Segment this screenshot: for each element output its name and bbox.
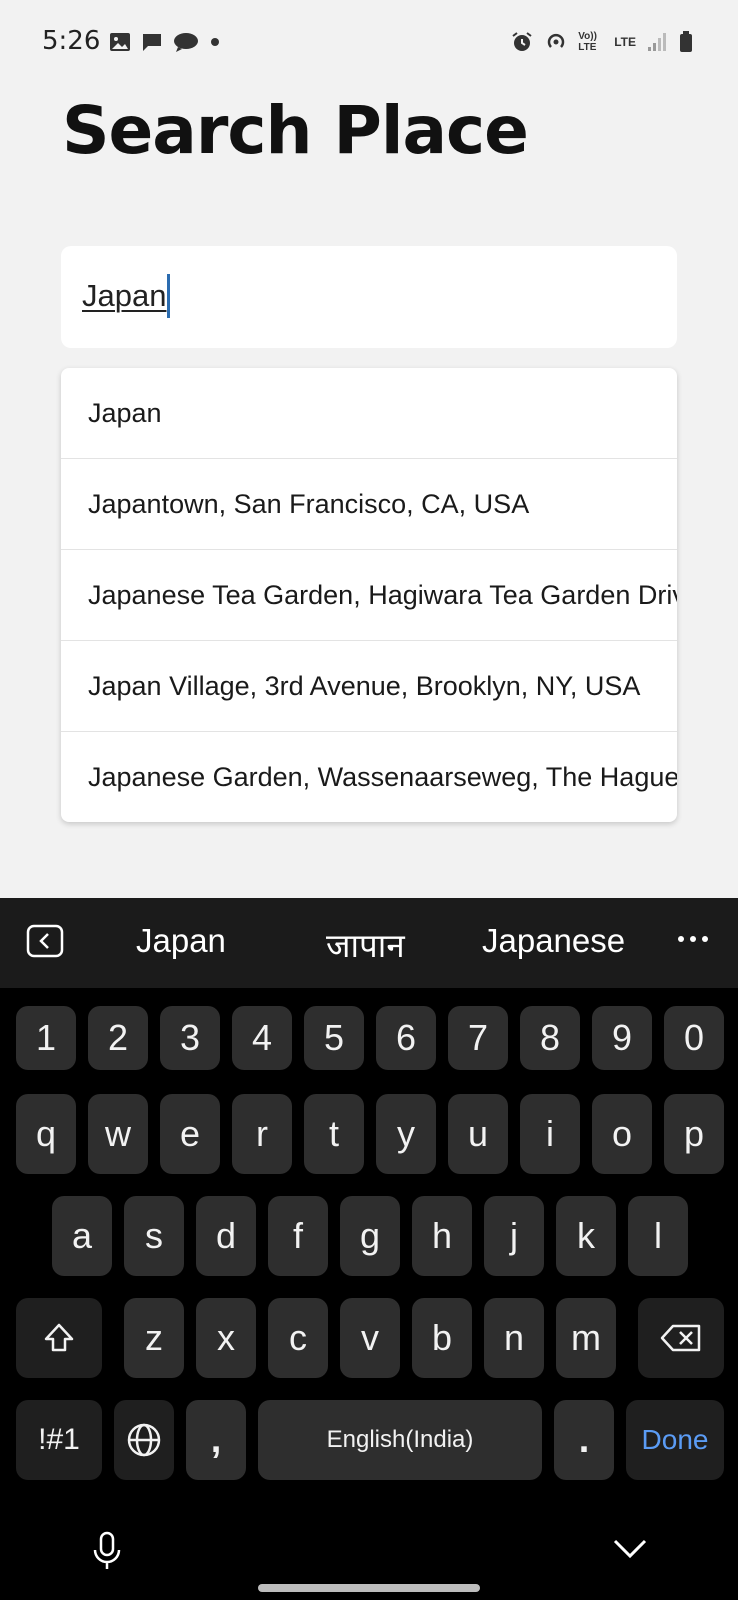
key-8[interactable]: 8 [520,1006,580,1070]
text-cursor [167,274,170,318]
word-suggestion[interactable]: जापान [326,922,405,967]
suggestion-item[interactable]: Japanese Garden, Wassenaarseweg, The Hag… [61,732,677,822]
chevron-down-icon[interactable] [612,1538,648,1560]
shift-icon [44,1323,74,1352]
search-input[interactable]: Japan [82,278,166,314]
status-bar: 5:26 Vo)) LTE LTE [0,0,738,88]
period-key[interactable]: . [554,1400,614,1480]
key-v[interactable]: v [340,1298,400,1378]
key-i[interactable]: i [520,1094,580,1174]
key-c[interactable]: c [268,1298,328,1378]
key-y[interactable]: y [376,1094,436,1174]
done-key[interactable]: Done [626,1400,724,1480]
key-m[interactable]: m [556,1298,616,1378]
key-s[interactable]: s [124,1196,184,1276]
key-b[interactable]: b [412,1298,472,1378]
hotspot-icon [548,33,565,48]
chevron-left-icon[interactable] [26,924,64,958]
status-time: 5:26 [42,26,101,56]
key-9[interactable]: 9 [592,1006,652,1070]
key-h[interactable]: h [412,1196,472,1276]
language-key[interactable] [114,1400,174,1480]
page-title: Search Place [62,92,529,169]
keyboard: Japan जापान Japanese 1 2 3 4 5 6 7 8 9 0… [0,898,738,1600]
microphone-icon[interactable] [90,1530,124,1572]
key-r[interactable]: r [232,1094,292,1174]
alarm-icon [512,32,532,51]
dot-icon [211,38,219,46]
key-0[interactable]: 0 [664,1006,724,1070]
more-options-icon[interactable] [676,934,710,944]
word-suggestion[interactable]: Japanese [482,922,625,960]
word-suggestion[interactable]: Japan [136,922,226,960]
volte-icon: Vo)) LTE [578,31,597,53]
globe-icon [127,1423,161,1457]
key-a[interactable]: a [52,1196,112,1276]
suggestion-item[interactable]: Japanese Tea Garden, Hagiwara Tea Garden… [61,550,677,641]
key-d[interactable]: d [196,1196,256,1276]
backspace-key[interactable] [638,1298,724,1378]
key-p[interactable]: p [664,1094,724,1174]
key-k[interactable]: k [556,1196,616,1276]
key-1[interactable]: 1 [16,1006,76,1070]
backspace-icon [660,1324,701,1352]
suggestion-item[interactable]: Japan [61,368,677,459]
gallery-icon [110,33,130,51]
key-l[interactable]: l [628,1196,688,1276]
suggestion-item[interactable]: Japantown, San Francisco, CA, USA [61,459,677,550]
lte-icon: LTE [614,35,636,49]
key-3[interactable]: 3 [160,1006,220,1070]
key-w[interactable]: w [88,1094,148,1174]
shift-key[interactable] [16,1298,102,1378]
home-indicator[interactable] [258,1584,480,1592]
key-f[interactable]: f [268,1196,328,1276]
bottom-nav [0,1500,738,1600]
key-4[interactable]: 4 [232,1006,292,1070]
system-icons: Vo)) LTE LTE [510,30,694,54]
key-n[interactable]: n [484,1298,544,1378]
key-o[interactable]: o [592,1094,652,1174]
key-x[interactable]: x [196,1298,256,1378]
key-q[interactable]: q [16,1094,76,1174]
signal-icon [648,33,666,51]
key-g[interactable]: g [340,1196,400,1276]
word-suggestion-bar: Japan जापान Japanese [0,898,738,988]
key-t[interactable]: t [304,1094,364,1174]
key-z[interactable]: z [124,1298,184,1378]
key-u[interactable]: u [448,1094,508,1174]
notification-icons [108,30,222,54]
key-5[interactable]: 5 [304,1006,364,1070]
chat-bubble-icon [174,33,198,52]
key-7[interactable]: 7 [448,1006,508,1070]
search-field[interactable]: Japan [61,246,677,348]
suggestion-item[interactable]: Japan Village, 3rd Avenue, Brooklyn, NY,… [61,641,677,732]
comma-key[interactable]: , [186,1400,246,1480]
space-key[interactable]: English(India) [258,1400,542,1480]
key-e[interactable]: e [160,1094,220,1174]
key-2[interactable]: 2 [88,1006,148,1070]
symbols-key[interactable]: !#1 [16,1400,102,1480]
suggestions-dropdown: Japan Japantown, San Francisco, CA, USA … [61,368,677,822]
chat-icon [143,34,161,51]
key-j[interactable]: j [484,1196,544,1276]
key-6[interactable]: 6 [376,1006,436,1070]
battery-icon [680,31,692,52]
